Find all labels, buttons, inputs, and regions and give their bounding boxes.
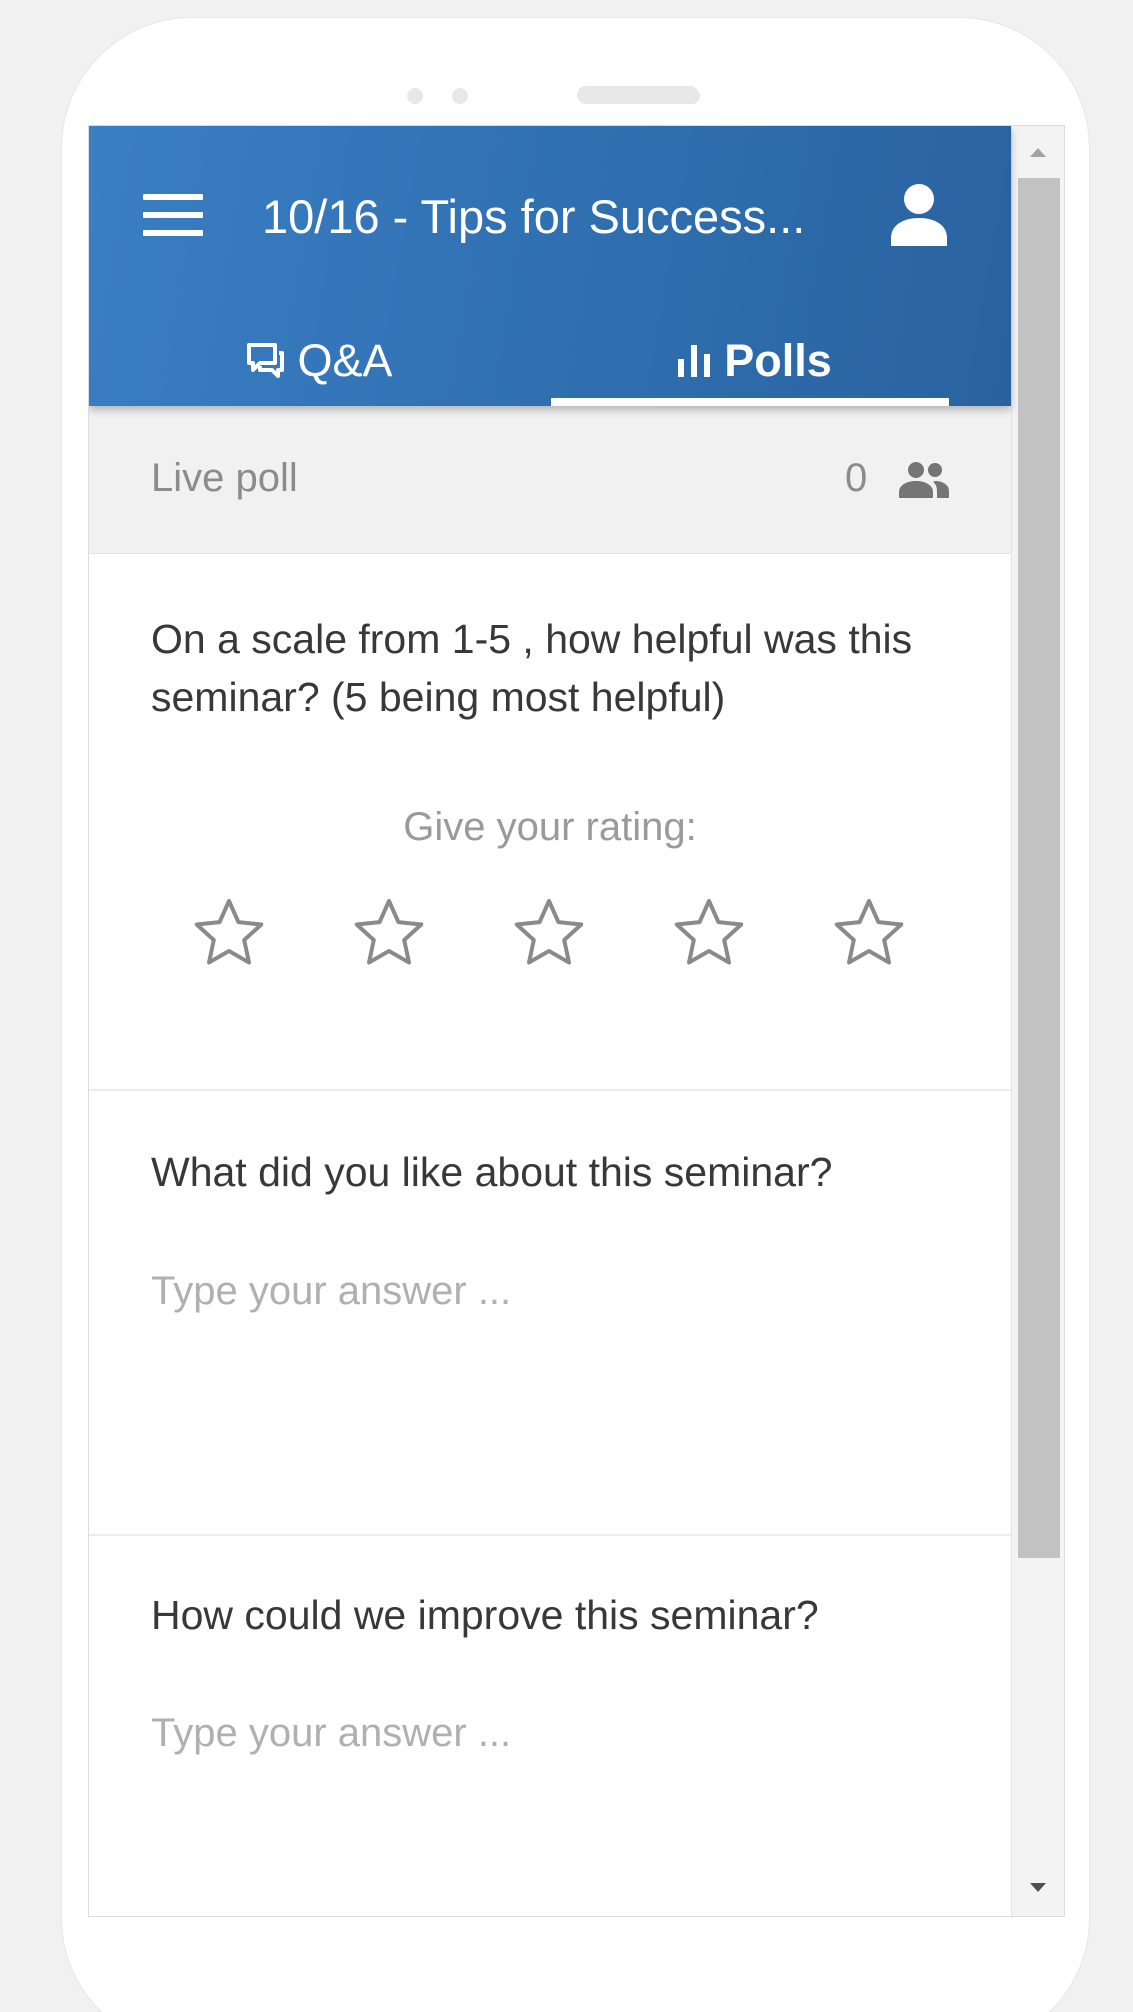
user-account-icon[interactable] [889, 182, 949, 246]
hamburger-menu-icon[interactable] [143, 194, 203, 238]
app-header: 10/16 - Tips for Success... Q&A Polls [89, 126, 1011, 406]
star-rating [189, 895, 909, 975]
answer-input[interactable] [151, 1711, 971, 1861]
text-question-card: What did you like about this seminar? [89, 1091, 1011, 1536]
participant-count: 0 [845, 456, 868, 500]
rating-prompt: Give your rating: [403, 805, 697, 849]
camera-dot [452, 88, 468, 104]
app-screen: 10/16 - Tips for Success... Q&A Polls Li… [88, 125, 1065, 1917]
question-text: What did you like about this seminar? [151, 1149, 833, 1195]
tab-qa[interactable]: Q&A [89, 316, 549, 406]
proximity-sensor-dot [684, 88, 700, 104]
scroll-up-arrow-icon[interactable] [1030, 148, 1046, 157]
tab-polls[interactable]: Polls [549, 316, 959, 406]
event-title: 10/16 - Tips for Success... [262, 190, 806, 243]
tab-qa-label: Q&A [297, 335, 393, 386]
active-tab-indicator [551, 398, 949, 406]
tab-polls-label: Polls [724, 335, 832, 386]
star-1-icon[interactable] [189, 895, 269, 975]
star-4-icon[interactable] [669, 895, 749, 975]
question-text: How could we improve this seminar? [151, 1592, 819, 1638]
people-icon [899, 462, 949, 498]
sensor-dot [407, 88, 423, 104]
star-5-icon[interactable] [829, 895, 909, 975]
answer-input[interactable] [151, 1269, 971, 1419]
question-text: On a scale from 1-5 , how helpful was th… [151, 616, 913, 720]
vertical-scrollbar[interactable] [1011, 126, 1064, 1916]
scroll-down-arrow-icon[interactable] [1030, 1883, 1046, 1892]
chat-bubbles-icon [247, 343, 285, 378]
star-2-icon[interactable] [349, 895, 429, 975]
live-poll-bar: Live poll 0 [89, 406, 1011, 554]
text-question-card: How could we improve this seminar? [89, 1536, 1011, 1916]
scrollbar-thumb[interactable] [1018, 178, 1060, 1558]
rating-question-card: On a scale from 1-5 , how helpful was th… [89, 555, 1011, 1091]
speaker-grille [577, 86, 699, 104]
star-3-icon[interactable] [509, 895, 589, 975]
live-poll-label: Live poll [151, 456, 298, 500]
bar-chart-icon [678, 345, 711, 377]
